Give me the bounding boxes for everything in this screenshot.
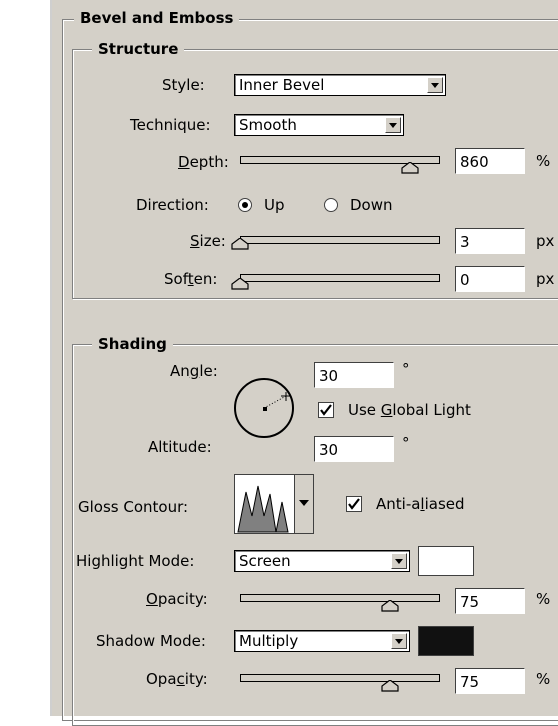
- use-global-light-label[interactable]: Use Global Light: [348, 401, 471, 419]
- shadow-color-swatch[interactable]: [418, 626, 474, 656]
- shading-title: Shading: [92, 335, 173, 353]
- size-unit: px: [536, 232, 555, 250]
- gloss-contour-picker[interactable]: [234, 474, 314, 534]
- altitude-unit: °: [402, 434, 410, 452]
- technique-value: Smooth: [239, 116, 297, 134]
- technique-select[interactable]: Smooth: [234, 114, 404, 136]
- shadow-mode-value: Multiply: [239, 632, 299, 650]
- direction-down-radio[interactable]: [324, 198, 338, 212]
- chevron-down-icon[interactable]: [427, 77, 443, 93]
- shadow-opacity-input[interactable]: 75: [455, 668, 525, 694]
- shadow-opacity-unit: %: [536, 670, 551, 688]
- shadow-mode-select[interactable]: Multiply: [234, 630, 410, 652]
- style-select[interactable]: Inner Bevel: [234, 74, 446, 96]
- size-slider-track[interactable]: [240, 236, 440, 244]
- shadow-opacity-slider-track[interactable]: [240, 674, 440, 682]
- checkmark-icon: [320, 404, 332, 416]
- shadow-opacity-slider-thumb[interactable]: [381, 680, 399, 692]
- use-global-light-checkbox[interactable]: [318, 402, 334, 418]
- gloss-contour-label: Gloss Contour:: [78, 498, 189, 516]
- contour-dropdown-button[interactable]: [294, 475, 313, 533]
- direction-label: Direction:: [136, 196, 209, 214]
- angle-label: Angle:: [170, 362, 218, 380]
- highlight-color-swatch[interactable]: [418, 546, 474, 576]
- shadow-opacity-label: Opacity:: [146, 670, 208, 688]
- bevel-emboss-panel: Bevel and Emboss Structure Style: Inner …: [52, 0, 558, 726]
- highlight-opacity-label: Opacity:: [146, 590, 208, 608]
- chevron-down-icon[interactable]: [391, 553, 407, 569]
- anti-aliased-label[interactable]: Anti-aliased: [376, 495, 465, 513]
- style-label: Style:: [162, 76, 205, 94]
- highlight-opacity-slider-thumb[interactable]: [381, 600, 399, 612]
- highlight-opacity-unit: %: [536, 590, 551, 608]
- direction-down-label[interactable]: Down: [350, 196, 393, 214]
- direction-up-label[interactable]: Up: [264, 196, 285, 214]
- highlight-mode-label: Highlight Mode:: [76, 552, 195, 570]
- highlight-mode-select[interactable]: Screen: [234, 550, 410, 572]
- highlight-opacity-input[interactable]: 75: [455, 588, 525, 614]
- chevron-down-icon: [299, 500, 309, 506]
- angle-input[interactable]: 30: [314, 362, 394, 388]
- left-margin: [0, 0, 52, 716]
- depth-label: Depth:: [178, 153, 229, 171]
- checkmark-icon: [348, 498, 360, 510]
- contour-preview-icon: [237, 485, 289, 533]
- soften-slider-track[interactable]: [240, 274, 440, 282]
- soften-slider-thumb[interactable]: [231, 278, 249, 290]
- chevron-down-icon[interactable]: [385, 117, 401, 133]
- altitude-label: Altitude:: [148, 438, 212, 456]
- soften-unit: px: [536, 270, 555, 288]
- depth-unit: %: [536, 152, 551, 170]
- panel-title: Bevel and Emboss: [74, 9, 240, 27]
- size-slider-thumb[interactable]: [231, 238, 249, 250]
- depth-input[interactable]: 860: [455, 148, 525, 174]
- anti-aliased-checkbox[interactable]: [346, 496, 362, 512]
- altitude-input[interactable]: 30: [314, 436, 394, 462]
- highlight-mode-value: Screen: [239, 552, 291, 570]
- soften-label: Soften:: [164, 270, 218, 288]
- style-value: Inner Bevel: [239, 76, 325, 94]
- highlight-opacity-slider-track[interactable]: [240, 594, 440, 602]
- shadow-mode-label: Shadow Mode:: [96, 632, 206, 650]
- size-input[interactable]: 3: [455, 228, 525, 254]
- direction-up-radio[interactable]: [238, 198, 252, 212]
- structure-title: Structure: [92, 40, 185, 58]
- depth-slider-thumb[interactable]: [401, 162, 419, 174]
- size-label: Size:: [190, 232, 226, 250]
- soften-input[interactable]: 0: [455, 266, 525, 292]
- angle-dial[interactable]: [230, 374, 298, 442]
- technique-label: Technique:: [130, 116, 211, 134]
- chevron-down-icon[interactable]: [391, 633, 407, 649]
- angle-unit: °: [402, 360, 410, 378]
